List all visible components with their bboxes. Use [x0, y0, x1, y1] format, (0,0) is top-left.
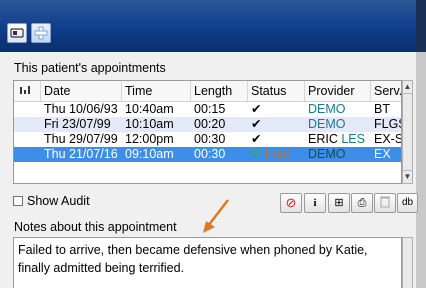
grid-header: Date Time Length Status Provider Serv...: [14, 81, 401, 102]
grid-edit-button[interactable]: ⊞: [328, 193, 350, 213]
scroll-down-icon[interactable]: ▼: [403, 170, 412, 183]
row-time: 09:10am: [125, 147, 174, 161]
row-provider: DEMO: [308, 147, 346, 161]
window-frame: [416, 52, 426, 288]
contact-card-icon: [10, 28, 24, 38]
column-length[interactable]: Length: [191, 81, 248, 101]
status-check-icon: ✔: [251, 117, 262, 131]
appointments-grid[interactable]: Date Time Length Status Provider Serv...…: [13, 80, 402, 184]
table-row-selected[interactable]: Thu 21/07/16 09:10am 00:30 ⊘ Fear DEMO E…: [14, 147, 401, 162]
medical-cross-icon: [34, 26, 48, 40]
show-audit-checkbox[interactable]: [13, 196, 23, 206]
row-status: ⊘ Fear: [248, 147, 305, 162]
column-date[interactable]: Date: [41, 81, 122, 101]
row-length: 00:15: [194, 102, 226, 116]
info-icon: i: [313, 197, 317, 209]
table-row[interactable]: Thu 10/06/93 10:40am 00:15 ✔ DEMO BT: [14, 102, 401, 117]
row-provider: ERIC LES: [305, 132, 371, 147]
print-icon: ⎙: [357, 197, 367, 209]
row-service: FLGS: [374, 117, 401, 131]
row-date: Thu 29/07/99: [44, 132, 118, 146]
notes-title: Notes about this appointment: [14, 220, 177, 234]
column-icon-header[interactable]: [14, 81, 41, 101]
notes-textarea[interactable]: Failed to arrive, then became defensive …: [13, 237, 402, 288]
provider-name-secondary: LES: [341, 132, 365, 146]
medical-button[interactable]: [31, 23, 51, 43]
row-length: 00:20: [194, 117, 226, 131]
window-edge: [416, 0, 426, 52]
toolbar: [0, 0, 426, 52]
trash-icon: [380, 196, 390, 208]
row-date: Thu 10/06/93: [44, 102, 118, 116]
column-service[interactable]: Serv...: [371, 81, 401, 101]
row-date: Fri 23/07/99: [44, 117, 111, 131]
cancel-icon: ⊘: [285, 195, 297, 210]
row-time: 10:40am: [125, 102, 174, 116]
column-status[interactable]: Status: [248, 81, 305, 101]
row-date: Thu 21/07/16: [44, 147, 118, 161]
provider-name: ERIC: [308, 132, 338, 146]
annotation-arrow-icon: [203, 199, 229, 233]
status-check-icon: ✔: [251, 132, 262, 146]
print-button[interactable]: ⎙: [351, 193, 373, 213]
db-icon: db: [401, 197, 414, 208]
contact-card-button[interactable]: [7, 23, 27, 43]
grid-scrollbar[interactable]: ▲ ▼: [402, 80, 413, 184]
grid-edit-icon: ⊞: [334, 197, 344, 209]
row-service: EX: [374, 147, 391, 161]
table-row[interactable]: Thu 29/07/99 12:00pm 00:30 ✔ ERIC LES EX…: [14, 132, 401, 147]
status-check-icon: ✔: [251, 102, 262, 116]
row-time: 12:00pm: [125, 132, 174, 146]
delete-button[interactable]: [374, 193, 396, 213]
scroll-up-icon[interactable]: ▲: [403, 81, 412, 94]
column-provider[interactable]: Provider: [305, 81, 371, 101]
row-provider: DEMO: [308, 117, 346, 131]
row-provider: DEMO: [308, 102, 346, 116]
appointments-title: This patient's appointments: [14, 61, 166, 75]
cancel-appointment-button[interactable]: ⊘: [280, 193, 302, 213]
database-button[interactable]: db: [397, 193, 418, 213]
row-service: EX-SP: [374, 132, 401, 146]
row-service: BT: [374, 102, 390, 116]
show-audit-label: Show Audit: [27, 194, 90, 208]
notes-scrollbar[interactable]: [402, 237, 413, 288]
column-time[interactable]: Time: [122, 81, 191, 101]
row-time: 10:10am: [125, 117, 174, 131]
table-row[interactable]: Fri 23/07/99 10:10am 00:20 ✔ DEMO FLGS: [14, 117, 401, 132]
row-length: 00:30: [194, 147, 226, 161]
status-text: Fear: [264, 147, 291, 161]
status-cancel-icon: ⊘: [251, 147, 262, 161]
info-button[interactable]: i: [304, 193, 326, 213]
row-length: 00:30: [194, 132, 226, 146]
column-chooser-icon: [20, 86, 30, 94]
